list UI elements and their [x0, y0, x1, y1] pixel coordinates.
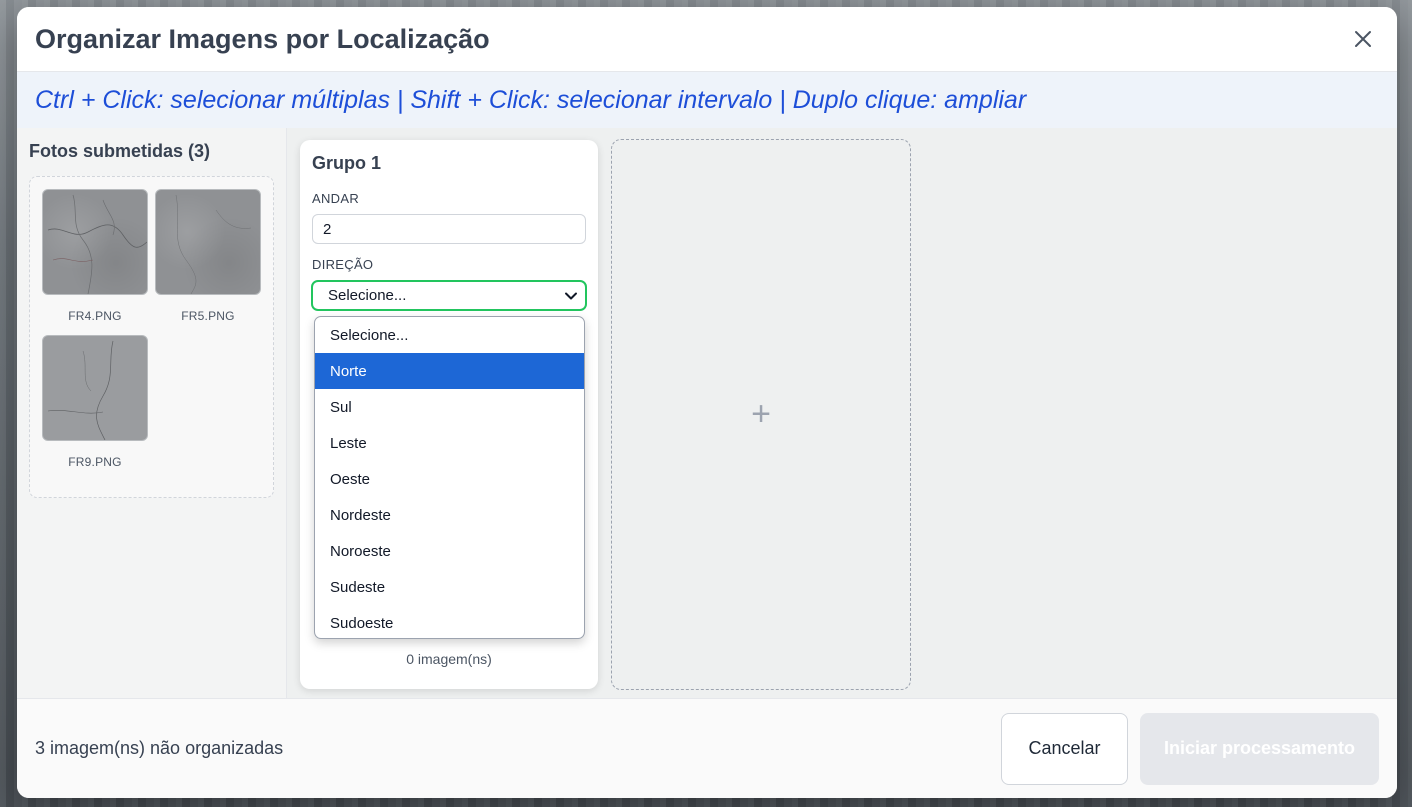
direction-label: DIREÇÃO: [312, 257, 374, 272]
direction-option[interactable]: Sul: [315, 389, 584, 425]
group-card[interactable]: Grupo 1 ANDAR 2 DIREÇÃO Selecione... Sel…: [300, 140, 598, 689]
modal-body: Fotos submetidas (3) FR4.PNG FR5.PNG FR9…: [17, 128, 1397, 698]
photo-filename: FR9.PNG: [68, 455, 122, 469]
direction-option[interactable]: Oeste: [315, 461, 584, 497]
organize-images-modal: Organizar Imagens por Localização Ctrl +…: [17, 7, 1397, 798]
modal-header: Organizar Imagens por Localização: [17, 7, 1397, 72]
photo-filename: FR5.PNG: [181, 309, 235, 323]
add-group-button[interactable]: +: [611, 139, 911, 690]
direction-select[interactable]: Selecione...: [311, 280, 587, 311]
direction-option[interactable]: Leste: [315, 425, 584, 461]
photo-item[interactable]: FR4.PNG: [42, 189, 148, 323]
unorganized-status: 3 imagem(ns) não organizadas: [35, 738, 284, 758]
group-title: Grupo 1: [312, 153, 382, 173]
footer-actions: Cancelar Iniciar processamento: [1001, 712, 1379, 785]
direction-select-value: Selecione...: [328, 287, 407, 304]
close-icon: [1355, 31, 1371, 47]
direction-dropdown: Selecione... Norte Sul Leste Oeste Norde…: [314, 316, 585, 639]
photo-item[interactable]: FR5.PNG: [155, 189, 261, 323]
direction-option[interactable]: Noroeste: [315, 533, 584, 569]
floor-label: ANDAR: [312, 191, 360, 206]
plus-icon: +: [751, 395, 771, 433]
direction-option[interactable]: Nordeste: [315, 497, 584, 533]
submitted-photos-panel: Fotos submetidas (3) FR4.PNG FR5.PNG FR9…: [17, 128, 287, 698]
photo-filename: FR4.PNG: [68, 309, 122, 323]
direction-option[interactable]: Norte: [315, 353, 584, 389]
chevron-down-icon: [565, 292, 577, 299]
start-processing-button[interactable]: Iniciar processamento: [1140, 712, 1379, 785]
direction-option[interactable]: Sudoeste: [315, 605, 584, 638]
photo-thumbnail[interactable]: [42, 335, 148, 441]
direction-option[interactable]: Sudeste: [315, 569, 584, 605]
group-image-count: 0 imagem(ns): [406, 651, 492, 667]
direction-option[interactable]: Selecione...: [315, 317, 584, 353]
floor-input-value: 2: [323, 220, 332, 238]
photo-thumbnail[interactable]: [42, 189, 148, 295]
modal-footer: 3 imagem(ns) não organizadas Cancelar In…: [17, 698, 1397, 798]
photo-grid: FR4.PNG FR5.PNG FR9.PNG: [29, 176, 274, 498]
close-button[interactable]: [1347, 23, 1379, 55]
shortcut-hint: Ctrl + Click: selecionar múltiplas | Shi…: [17, 72, 1397, 128]
groups-area: Grupo 1 ANDAR 2 DIREÇÃO Selecione... Sel…: [287, 128, 1397, 698]
floor-input[interactable]: 2: [312, 214, 586, 244]
photo-thumbnail[interactable]: [155, 189, 261, 295]
modal-title: Organizar Imagens por Localização: [35, 23, 490, 54]
photo-item[interactable]: FR9.PNG: [42, 335, 148, 469]
cancel-button[interactable]: Cancelar: [1001, 712, 1128, 785]
submitted-photos-title: Fotos submetidas (3): [29, 141, 211, 161]
